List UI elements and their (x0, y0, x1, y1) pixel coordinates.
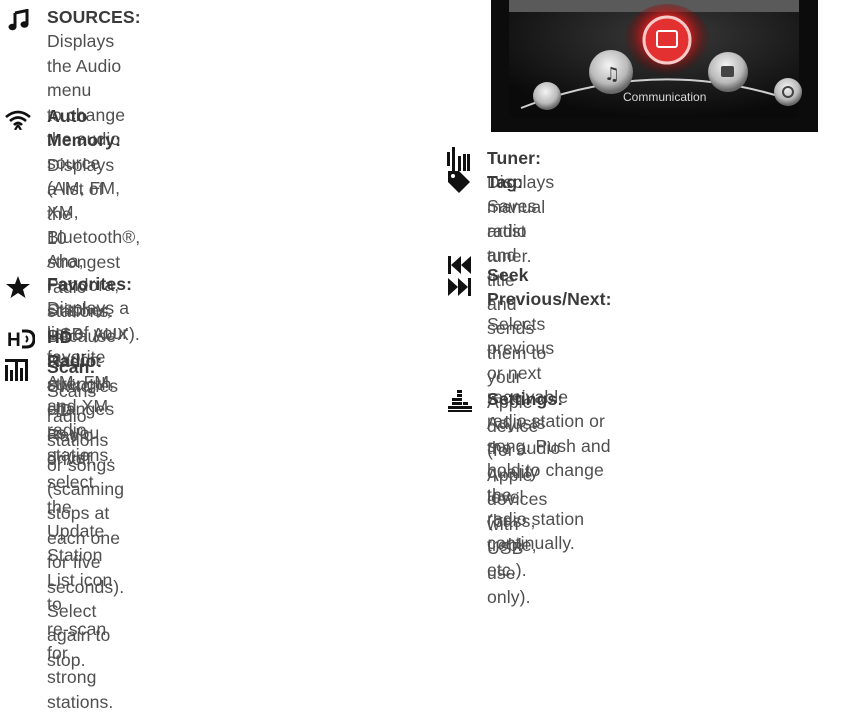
auto-memory-title: Auto Memory: (47, 106, 122, 151)
star-icon (6, 276, 30, 298)
hd-radio-icon: H (7, 329, 35, 350)
scan-icon (5, 359, 28, 381)
screen-caption: Communication (623, 90, 706, 104)
settings-title: Settings: (487, 389, 564, 409)
seek-previous-icon (448, 256, 471, 274)
screen-illustration: ♫ Communication (491, 0, 818, 132)
tuner-title: Tuner: (487, 148, 542, 168)
seek-title: Seek Previous/Next: (487, 265, 612, 310)
music-note-icon (8, 9, 29, 31)
favorites-title: Favorites: (47, 274, 133, 294)
settings-text: Settings: Adjusts the audio quality leve… (487, 389, 564, 580)
wifi-icon (5, 110, 31, 130)
scan-text: Scan: Scans radio stations or songs (sca… (47, 357, 125, 670)
tag-icon (448, 171, 470, 193)
scan-title: Scan: (47, 357, 96, 377)
svg-text:♫: ♫ (604, 64, 620, 85)
tuner-icon (447, 147, 470, 171)
tag-title: Tag: (487, 172, 524, 192)
svg-text:H: H (7, 330, 21, 350)
infotainment-screen-photo: ♫ Communication (491, 0, 818, 132)
settings-icon (448, 390, 472, 412)
sources-title: SOURCES: (47, 7, 141, 27)
seek-next-icon (448, 278, 471, 296)
